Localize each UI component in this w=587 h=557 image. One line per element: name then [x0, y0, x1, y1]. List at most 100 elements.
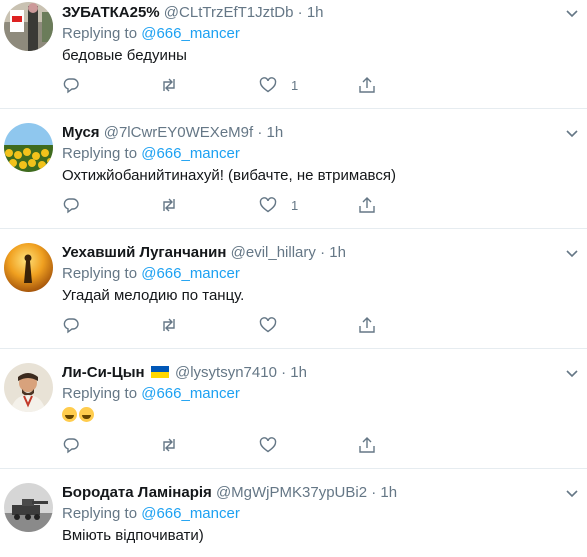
replying-to: Replying to @666_mancer	[62, 24, 240, 44]
timestamp[interactable]: 1h	[290, 364, 307, 381]
replying-to: Replying to @666_mancer	[62, 384, 240, 404]
tweet-header: Бородата Ламінарія @MgWjPMK37ypUBi2 · 1h	[62, 483, 547, 503]
like-icon	[259, 437, 277, 453]
retweet-icon	[163, 198, 175, 212]
avatar[interactable]	[4, 2, 53, 51]
replying-to: Replying to @666_mancer	[62, 264, 240, 284]
chevron-down-icon[interactable]	[565, 486, 579, 500]
like-icon	[259, 197, 277, 213]
display-name[interactable]: Ли-Си-Цын	[62, 364, 145, 381]
timestamp[interactable]: 1h	[307, 4, 324, 21]
mention-link[interactable]: @666_mancer	[141, 145, 240, 162]
tweet-text: Угадай мелодию по танцу.	[62, 287, 245, 304]
avatar[interactable]	[4, 363, 53, 412]
user-handle[interactable]: @evil_hillary	[231, 244, 316, 261]
tweet-1[interactable]: ЗУБАТКА25% @CLtTrzEfT1JztDb · 1h Replyin…	[0, 0, 587, 109]
reply-icon	[63, 318, 79, 334]
display-name[interactable]: Уехавший Луганчанин	[62, 244, 226, 261]
share-button[interactable]	[358, 315, 376, 335]
like-count: 1	[291, 197, 299, 213]
retweet-button[interactable]	[160, 435, 178, 455]
like-button[interactable]: 1	[259, 195, 298, 215]
display-name[interactable]: Бородата Ламінарія	[62, 484, 212, 501]
tweet-header: Муся @7lCwrEY0WEXeM9f · 1h	[62, 123, 547, 143]
separator: ·	[257, 124, 263, 141]
chevron-down-icon[interactable]	[565, 246, 579, 260]
replying-label: Replying to	[62, 145, 138, 162]
chevron-down-icon[interactable]	[565, 6, 579, 20]
display-name[interactable]: ЗУБАТКА25%	[62, 4, 160, 21]
reply-icon	[63, 198, 79, 214]
avatar[interactable]	[4, 483, 53, 532]
user-handle[interactable]: @7lCwrEY0WEXeM9f	[104, 124, 253, 141]
reply-button[interactable]	[62, 195, 80, 215]
share-icon	[359, 317, 375, 333]
tweet-3[interactable]: Уехавший Луганчанин @evil_hillary · 1h R…	[0, 229, 587, 349]
tweet-actions: 1	[62, 195, 392, 215]
like-button[interactable]	[259, 435, 291, 455]
tweet-header: ЗУБАТКА25% @CLtTrzEfT1JztDb · 1h	[62, 3, 547, 23]
replying-to: Replying to @666_mancer	[62, 504, 240, 524]
replying-label: Replying to	[62, 265, 138, 282]
share-icon	[359, 437, 375, 453]
like-icon	[259, 317, 277, 333]
chevron-down-icon[interactable]	[565, 366, 579, 380]
share-icon	[359, 197, 375, 213]
tweet-actions	[62, 315, 392, 335]
reply-button[interactable]	[62, 315, 80, 335]
ukraine-flag-icon	[150, 366, 169, 378]
rolling-on-floor-laughing-emoji	[62, 407, 77, 422]
share-button[interactable]	[358, 75, 376, 95]
timestamp[interactable]: 1h	[380, 484, 397, 501]
replying-to: Replying to @666_mancer	[62, 144, 240, 164]
like-icon	[259, 77, 277, 93]
user-handle[interactable]: @lysytsyn7410	[175, 364, 277, 381]
user-handle[interactable]: @MgWjPMK37ypUBi2	[216, 484, 367, 501]
tweet-text: бедовые бедуины	[62, 47, 187, 64]
tweet-4[interactable]: Ли-Си-Цын @lysytsyn7410 · 1h Replying to…	[0, 349, 587, 469]
retweet-button[interactable]	[160, 75, 178, 95]
like-button[interactable]	[259, 315, 291, 335]
mention-link[interactable]: @666_mancer	[141, 385, 240, 402]
tweet-2[interactable]: Муся @7lCwrEY0WEXeM9f · 1h Replying to @…	[0, 109, 587, 229]
share-button[interactable]	[358, 195, 376, 215]
separator: ·	[320, 244, 326, 261]
user-handle[interactable]: @CLtTrzEfT1JztDb	[164, 4, 294, 21]
replying-label: Replying to	[62, 505, 138, 522]
separator: ·	[371, 484, 377, 501]
like-button[interactable]: 1	[259, 75, 298, 95]
share-icon	[359, 77, 375, 93]
separator: ·	[297, 4, 303, 21]
chevron-down-icon[interactable]	[565, 126, 579, 140]
mention-link[interactable]: @666_mancer	[141, 265, 240, 282]
retweet-icon	[163, 438, 175, 452]
tweet-text: Охтижйобанийтинахуй! (вибачте, не втрима…	[62, 167, 396, 184]
reply-icon	[63, 438, 79, 454]
reply-icon	[63, 78, 79, 94]
avatar[interactable]	[4, 123, 53, 172]
tweet-header: Ли-Си-Цын @lysytsyn7410 · 1h	[62, 363, 547, 383]
share-button[interactable]	[358, 435, 376, 455]
tweet-text	[62, 406, 96, 426]
retweet-button[interactable]	[160, 195, 178, 215]
mention-link[interactable]: @666_mancer	[141, 25, 240, 42]
display-name[interactable]: Муся	[62, 124, 100, 141]
tweet-5[interactable]: Бородата Ламінарія @MgWjPMK37ypUBi2 · 1h…	[0, 469, 587, 549]
retweet-icon	[163, 78, 175, 92]
retweet-button[interactable]	[160, 315, 178, 335]
tweet-actions	[62, 435, 392, 455]
tweet-text: Вміють відпочивати)	[62, 527, 204, 544]
avatar[interactable]	[4, 243, 53, 292]
tweet-header: Уехавший Луганчанин @evil_hillary · 1h	[62, 243, 547, 263]
rolling-on-floor-laughing-emoji	[79, 407, 94, 422]
separator: ·	[281, 364, 287, 381]
reply-button[interactable]	[62, 435, 80, 455]
like-count: 1	[291, 77, 299, 93]
tweet-actions: 1	[62, 75, 392, 95]
timestamp[interactable]: 1h	[267, 124, 284, 141]
replying-label: Replying to	[62, 385, 138, 402]
mention-link[interactable]: @666_mancer	[141, 505, 240, 522]
timestamp[interactable]: 1h	[329, 244, 346, 261]
retweet-icon	[163, 318, 175, 332]
reply-button[interactable]	[62, 75, 80, 95]
